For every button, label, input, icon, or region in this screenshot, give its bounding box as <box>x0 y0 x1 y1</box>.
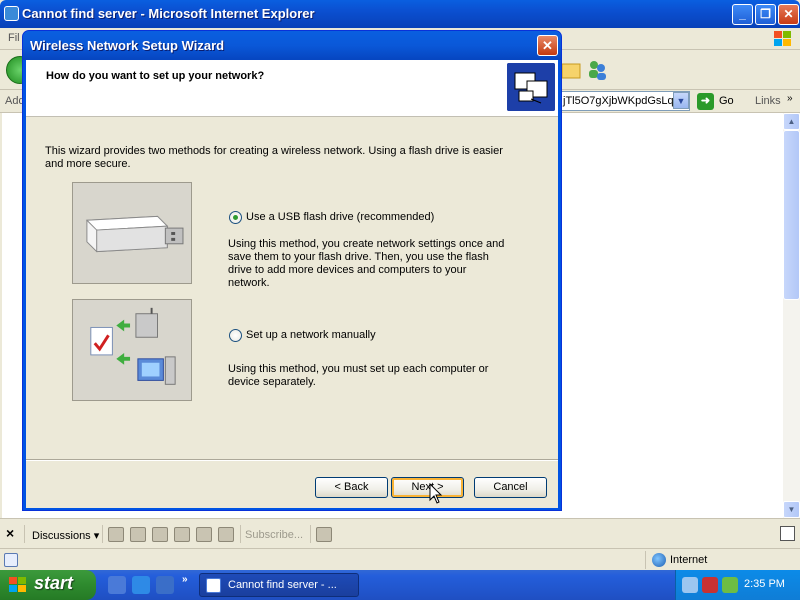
network-tray-icon[interactable] <box>682 577 698 593</box>
wizard-close-button[interactable]: ✕ <box>537 35 558 56</box>
close-button[interactable]: ✕ <box>778 4 799 25</box>
minimize-button[interactable]: _ <box>732 4 753 25</box>
system-tray: 2:35 PM <box>675 570 800 600</box>
vertical-scrollbar[interactable]: ▲ ▼ <box>783 113 800 518</box>
manual-option-radio[interactable]: Set up a network manually <box>229 328 549 344</box>
usb-flash-drive-icon <box>72 182 192 284</box>
next-button[interactable]: Next > <box>391 477 464 498</box>
mouse-cursor-icon <box>429 483 443 504</box>
edit-discussion-icon[interactable] <box>152 527 168 542</box>
separator <box>102 525 103 543</box>
wizard-intro-text: This wizard provides two methods for cre… <box>45 145 503 170</box>
discussions-bar: × Discussions ▾ Subscribe... <box>0 518 800 548</box>
ie-task-icon <box>206 578 221 593</box>
security-shield-icon[interactable] <box>702 577 718 593</box>
subscribe-button[interactable]: Subscribe... <box>245 529 303 541</box>
quicklaunch-chevron-icon[interactable]: » <box>182 574 188 585</box>
next-discussion-icon[interactable] <box>218 527 234 542</box>
quicklaunch-explorer-icon[interactable] <box>108 576 126 594</box>
wizard-title: Wireless Network Setup Wizard <box>30 38 225 53</box>
discussions-menu[interactable]: Discussions ▾ <box>32 529 99 542</box>
update-tray-icon[interactable] <box>722 577 738 593</box>
quicklaunch-desktop-icon[interactable] <box>156 576 174 594</box>
security-zone: Internet <box>645 551 800 569</box>
network-devices-icon <box>507 63 555 111</box>
ie-titlebar[interactable]: Cannot find server - Microsoft Internet … <box>0 0 800 28</box>
task-label: Cannot find server - ... <box>228 579 337 591</box>
scroll-down-icon[interactable]: ▼ <box>783 501 800 518</box>
separator <box>240 525 241 543</box>
taskbar-ie-window[interactable]: Cannot find server - ... <box>199 573 359 597</box>
wizard-body: How do you want to set up your network? … <box>26 60 558 508</box>
separator <box>24 525 25 543</box>
quicklaunch-ie-icon[interactable] <box>132 576 150 594</box>
address-dropdown-icon[interactable]: ▼ <box>673 92 689 109</box>
insert-discussion-icon[interactable] <box>108 527 124 542</box>
address-input[interactable]: jTl5O7gXjbWKpdGsLq <box>560 91 690 111</box>
menu-file[interactable]: Fil <box>8 32 20 44</box>
links-label[interactable]: Links <box>755 95 781 107</box>
expand-discussion-icon[interactable] <box>174 527 190 542</box>
reply-discussion-icon[interactable] <box>130 527 146 542</box>
usb-option-description: Using this method, you create network se… <box>228 238 505 289</box>
ie-statusbar: Internet <box>0 548 800 570</box>
manual-option-description: Using this method, you must set up each … <box>228 363 489 388</box>
clock: 2:35 PM <box>744 578 785 590</box>
radio-manual[interactable] <box>229 329 242 342</box>
usb-option-radio[interactable]: Use a USB flash drive (recommended) <box>229 210 549 226</box>
windows-flag-icon <box>774 31 791 46</box>
go-label: Go <box>719 95 734 107</box>
globe-icon <box>652 553 666 567</box>
footer-divider <box>26 459 558 461</box>
maximize-button[interactable]: ❐ <box>755 4 776 25</box>
cancel-button[interactable]: Cancel <box>474 477 547 498</box>
manual-option-label[interactable]: Set up a network manually <box>246 329 376 341</box>
messenger-icon[interactable] <box>585 58 609 82</box>
taskbar: start » Cannot find server - ... 2:35 PM <box>0 570 800 600</box>
usb-option-label[interactable]: Use a USB flash drive (recommended) <box>246 211 434 223</box>
ie-window-title: Cannot find server - Microsoft Internet … <box>22 6 315 21</box>
folder-icon[interactable] <box>560 58 584 82</box>
links-chevron-icon[interactable]: » <box>787 93 793 104</box>
stop-communicating-icon[interactable] <box>316 527 332 542</box>
wizard-header: How do you want to set up your network? <box>26 60 558 117</box>
go-arrow-icon: ➜ <box>697 93 714 110</box>
zone-label: Internet <box>670 554 708 566</box>
go-button[interactable]: ➜ Go <box>697 92 743 111</box>
start-button[interactable]: start <box>0 570 96 600</box>
scroll-up-icon[interactable]: ▲ <box>783 113 800 130</box>
manual-setup-icon <box>72 299 192 401</box>
page-icon <box>4 553 18 567</box>
back-button[interactable]: < Back <box>315 477 388 498</box>
separator <box>310 525 311 543</box>
edit-document-icon[interactable] <box>780 526 795 541</box>
start-label: start <box>34 573 74 593</box>
wizard-heading: How do you want to set up your network? <box>46 70 265 82</box>
discussions-close-icon[interactable]: × <box>6 525 14 541</box>
windows-logo-icon <box>9 577 26 592</box>
ie-app-icon <box>4 6 19 21</box>
wizard-dialog: Wireless Network Setup Wizard ✕ How do y… <box>22 30 562 511</box>
wizard-titlebar[interactable]: Wireless Network Setup Wizard ✕ <box>23 31 561 60</box>
radio-usb[interactable] <box>229 211 242 224</box>
scroll-thumb[interactable] <box>783 130 800 300</box>
previous-discussion-icon[interactable] <box>196 527 212 542</box>
